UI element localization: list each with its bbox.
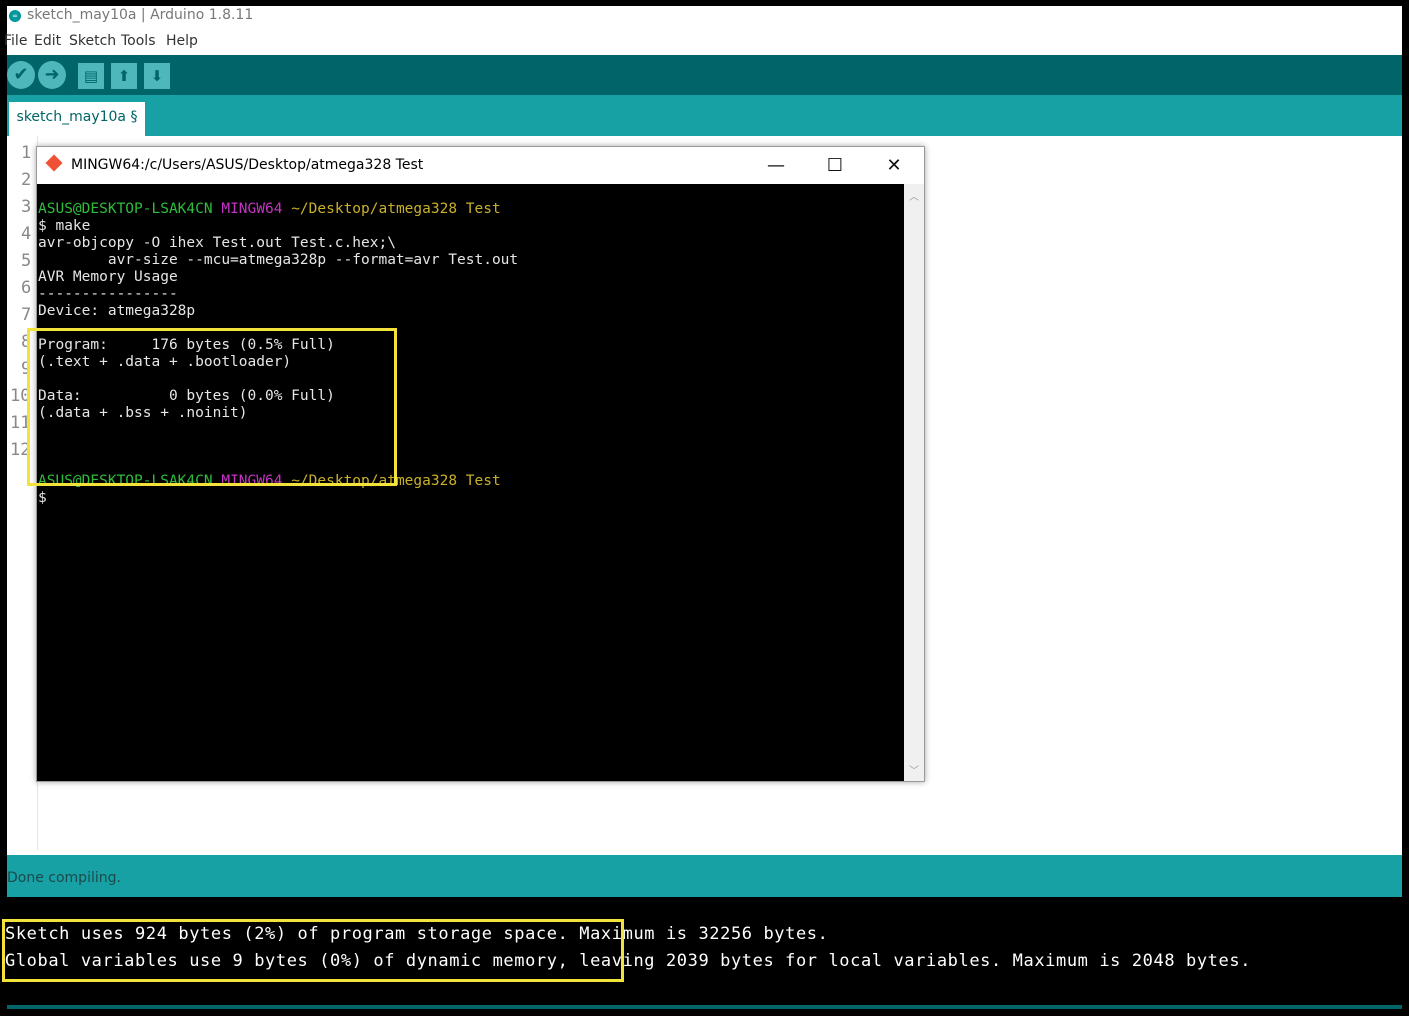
menu-help[interactable]: Help xyxy=(166,33,198,49)
terminal-title-bar[interactable]: MINGW64:/c/Users/ASUS/Desktop/atmega328 … xyxy=(37,147,924,184)
output-line: ---------------- xyxy=(38,286,178,302)
arrow-up-icon: ⬆ xyxy=(117,67,131,85)
close-icon: ✕ xyxy=(886,155,902,176)
status-text: Done compiling. xyxy=(7,870,121,886)
upload-button[interactable]: ➜ xyxy=(38,61,66,89)
terminal-output[interactable]: ASUS@DESKTOP-LSAK4CN MINGW64 ~/Desktop/a… xyxy=(27,184,904,781)
scroll-down-icon[interactable]: ﹀ xyxy=(904,762,924,777)
save-button[interactable]: ⬇ xyxy=(144,63,170,89)
arrow-right-icon: ➜ xyxy=(44,64,60,85)
command-line: $ make xyxy=(38,218,91,234)
menu-tools[interactable]: Tools xyxy=(121,33,156,49)
prompt-line: ASUS@DESKTOP-LSAK4CN MINGW64 ~/Desktop/a… xyxy=(38,201,501,217)
maximize-icon: ☐ xyxy=(826,155,844,176)
scroll-up-icon[interactable]: ︿ xyxy=(904,188,924,203)
terminal-window[interactable]: MINGW64:/c/Users/ASUS/Desktop/atmega328 … xyxy=(27,146,925,782)
line-number: 7 xyxy=(21,305,32,325)
highlight-box xyxy=(27,328,397,486)
final-prompt: $ xyxy=(38,490,47,506)
menu-file[interactable]: File xyxy=(4,33,27,49)
verify-button[interactable]: ✔ xyxy=(7,61,35,89)
output-line: avr-objcopy -O ihex Test.out Test.c.hex;… xyxy=(38,235,396,251)
line-number: 6 xyxy=(21,278,32,298)
window-title: sketch_may10a | Arduino 1.8.11 xyxy=(27,7,254,23)
open-button[interactable]: ⬆ xyxy=(111,63,137,89)
line-number: 4 xyxy=(21,224,32,244)
console-bottom-bar xyxy=(7,1005,1402,1009)
output-line: AVR Memory Usage xyxy=(38,269,178,285)
checkmark-icon: ✔ xyxy=(13,64,29,85)
minimize-button[interactable]: — xyxy=(753,147,799,184)
document-icon: ▤ xyxy=(83,67,99,85)
line-number-gutter: 1 2 3 4 5 6 7 8 9 10 11 12 xyxy=(7,136,38,850)
menu-edit[interactable]: Edit xyxy=(34,33,61,49)
output-line: avr-size --mcu=atmega328p --format=avr T… xyxy=(38,252,519,268)
menu-sketch[interactable]: Sketch xyxy=(69,33,116,49)
status-bar: Done compiling. xyxy=(7,855,1402,897)
git-bash-icon xyxy=(45,154,63,172)
close-button[interactable]: ✕ xyxy=(871,147,917,184)
menu-bar: File Edit Sketch Tools Help xyxy=(4,28,1402,54)
tab-bar: sketch_may10a § xyxy=(7,95,1402,136)
toolbar: ✔ ➜ ▤ ⬆ ⬇ xyxy=(7,55,1402,95)
line-number: 3 xyxy=(21,197,32,217)
arrow-down-icon: ⬇ xyxy=(150,67,164,85)
terminal-scrollbar[interactable]: ︿ ﹀ xyxy=(904,184,924,781)
title-bar: ∞ sketch_may10a | Arduino 1.8.11 xyxy=(7,6,1402,28)
terminal-title: MINGW64:/c/Users/ASUS/Desktop/atmega328 … xyxy=(71,157,424,173)
tab-sketch[interactable]: sketch_may10a § xyxy=(9,102,145,136)
line-number: 1 xyxy=(21,143,32,163)
output-console: Sketch uses 924 bytes (2%) of program st… xyxy=(0,897,1409,1016)
new-button[interactable]: ▤ xyxy=(78,63,104,89)
line-number: 2 xyxy=(21,170,32,190)
line-number: 5 xyxy=(21,251,32,271)
minimize-icon: — xyxy=(767,155,785,176)
maximize-button[interactable]: ☐ xyxy=(812,147,858,184)
output-line: Device: atmega328p xyxy=(38,303,196,319)
highlight-box xyxy=(2,919,624,982)
arduino-logo-icon: ∞ xyxy=(9,10,21,22)
